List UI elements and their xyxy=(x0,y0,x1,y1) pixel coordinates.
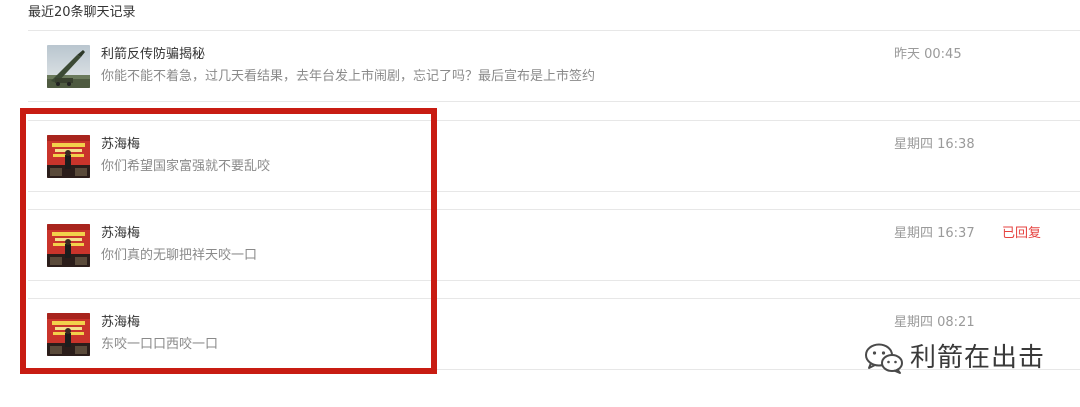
watermark-text: 利箭在出击 xyxy=(910,343,1046,373)
watermark: 利箭在出击 xyxy=(862,340,1045,376)
section-title: 最近20条聊天记录 xyxy=(28,5,136,20)
wechat-icon xyxy=(865,343,903,374)
red-stage-photo-avatar[interactable] xyxy=(47,313,90,356)
red-stage-photo-avatar[interactable] xyxy=(47,135,90,178)
sender-name: 苏海梅 xyxy=(101,226,141,241)
sender-name: 苏海梅 xyxy=(101,137,141,152)
message-item[interactable]: 苏海梅 你们希望国家富强就不要乱咬 星期四 16:38 xyxy=(28,120,1080,192)
replied-status-link[interactable]: 已回复 xyxy=(1002,225,1041,243)
sender-name: 苏海梅 xyxy=(101,315,141,330)
message-time: 星期四 16:37 xyxy=(894,226,975,241)
message-item[interactable]: 利箭反传防骗揭秘 你能不能不着急，过几天看结果，去年台发上市闹剧，忘记了吗？最后… xyxy=(28,30,1080,102)
message-item[interactable]: 苏海梅 你们真的无聊把祥天咬一口 星期四 16:37 已回复 xyxy=(28,209,1080,281)
message-time: 星期四 08:21 xyxy=(894,315,975,330)
message-text: 你们真的无聊把祥天咬一口 xyxy=(101,248,258,263)
message-time: 星期四 16:38 xyxy=(894,137,975,152)
message-text: 东咬一口口西咬一口 xyxy=(101,337,219,352)
message-text: 你能不能不着急，过几天看结果，去年台发上市闹剧，忘记了吗？最后宣布是上市签约 xyxy=(101,69,596,84)
chat-history-page: 最近20条聊天记录 利箭反传防骗揭秘 你能不能不着急，过几天看结果，去年台发上市… xyxy=(0,0,1080,407)
red-stage-photo-avatar[interactable] xyxy=(47,224,90,267)
message-time: 昨天 00:45 xyxy=(894,47,962,62)
missile-photo-avatar[interactable] xyxy=(47,45,90,88)
message-text: 你们希望国家富强就不要乱咬 xyxy=(101,159,271,174)
sender-name: 利箭反传防骗揭秘 xyxy=(101,47,206,62)
